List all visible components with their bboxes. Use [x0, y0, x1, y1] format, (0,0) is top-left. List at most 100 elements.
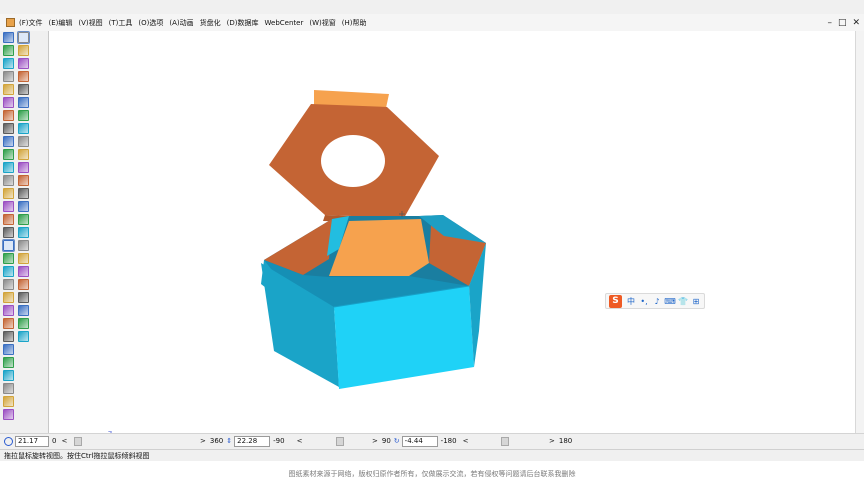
menu-database[interactable]: (D)数据库	[227, 18, 259, 28]
toolbar-tool-button[interactable]	[3, 266, 14, 277]
minimize-button[interactable]: –	[827, 18, 832, 28]
slider-left-arrow[interactable]: <	[61, 437, 67, 445]
toolbar-tool-button[interactable]	[3, 331, 14, 342]
view-angle-group: 21.17 0 <	[4, 435, 67, 447]
toolbar-tool-button[interactable]	[18, 305, 29, 316]
toolbar-tool-button[interactable]	[18, 188, 29, 199]
ime-skin-icon[interactable]: 👕	[678, 296, 688, 306]
slider-2[interactable]	[336, 435, 344, 447]
toolbar-tool-button[interactable]	[18, 45, 29, 56]
menu-palletize[interactable]: 货盘化	[200, 18, 221, 28]
angle-max-360: 360	[209, 437, 224, 445]
slider-2-right-arrow[interactable]: >	[372, 437, 378, 445]
menu-options[interactable]: (O)选项	[138, 18, 163, 28]
menu-view[interactable]: (V)视图	[78, 18, 102, 28]
sogou-logo-icon[interactable]: S	[609, 294, 622, 308]
toolbar-tool-button[interactable]	[3, 84, 14, 95]
menu-help[interactable]: (H)帮助	[342, 18, 367, 28]
toolbar-tool-button[interactable]	[18, 214, 29, 225]
tilt-field[interactable]: -4.44	[401, 435, 438, 447]
toolbar-tool-button[interactable]	[18, 292, 29, 303]
3d-viewport[interactable]: Z X Y	[48, 31, 862, 448]
toolbar-tool-button[interactable]	[3, 292, 14, 303]
toolbar-tool-button[interactable]	[3, 136, 14, 147]
toolbar-tool-button[interactable]	[3, 318, 14, 329]
toolbar-tool-button[interactable]	[3, 32, 14, 43]
toolbar-tool-button[interactable]	[2, 239, 15, 252]
menu-webcenter[interactable]: WebCenter	[265, 19, 304, 27]
toolbar-tool-button[interactable]	[18, 279, 29, 290]
toolbar-tool-button[interactable]	[18, 136, 29, 147]
ime-toolbar[interactable]: S 中 •, ♪ ⌨ 👕 ⊞	[605, 293, 705, 309]
right-scroll-strip[interactable]	[855, 31, 864, 433]
status-bar: 拖拉鼠标旋转视图。按住Ctrl拖拉鼠标倾斜视图	[0, 449, 864, 461]
slider-2-thumb[interactable]	[336, 436, 344, 446]
menu-file[interactable]: (F)文件	[19, 18, 43, 28]
slider-1-right-arrow[interactable]: >	[200, 437, 206, 445]
slider-1[interactable]	[74, 435, 82, 447]
toolbar-tool-button[interactable]	[18, 71, 29, 82]
toolbar-tool-button[interactable]	[3, 383, 14, 394]
elevation-field[interactable]: 22.28	[234, 435, 271, 447]
toolbar-tool-button[interactable]	[18, 123, 29, 134]
toolbar-tool-button[interactable]	[3, 149, 14, 160]
ime-voice-icon[interactable]: ♪	[653, 296, 661, 306]
toolbar-tool-button[interactable]	[17, 31, 30, 44]
toolbar-tool-button[interactable]	[18, 318, 29, 329]
toolbar-tool-button[interactable]	[3, 45, 14, 56]
toolbar-tool-button[interactable]	[18, 149, 29, 160]
toolbar-tool-button[interactable]	[3, 162, 14, 173]
toolbar-tool-button[interactable]	[3, 175, 14, 186]
toolbar-tool-button[interactable]	[18, 253, 29, 264]
slider-1-end: > 360 ⇕ 22.28 -90 <	[200, 435, 302, 447]
slider-3-left-arrow[interactable]: <	[463, 437, 469, 445]
toolbar-tool-button[interactable]	[18, 201, 29, 212]
menu-window[interactable]: (W)视窗	[309, 18, 335, 28]
toolbar-tool-button[interactable]	[18, 175, 29, 186]
maximize-button[interactable]: □	[838, 18, 847, 28]
toolbar-tool-button[interactable]	[3, 214, 14, 225]
toolbar-tool-button[interactable]	[3, 97, 14, 108]
toolbar-tool-button[interactable]	[18, 58, 29, 69]
toolbar-tool-button[interactable]	[3, 344, 14, 355]
menu-edit[interactable]: (E)编辑	[49, 18, 73, 28]
toolbar-tool-button[interactable]	[3, 409, 14, 420]
ime-toolbox-icon[interactable]: ⊞	[692, 296, 700, 306]
toolbar-tool-button[interactable]	[3, 253, 14, 264]
slider-1-thumb[interactable]	[74, 436, 82, 446]
menu-bar: (F)文件 (E)编辑 (V)视图 (T)工具 (O)选项 (A)动画 货盘化 …	[0, 14, 864, 31]
toolbar-tool-button[interactable]	[18, 266, 29, 277]
close-button[interactable]: ✕	[852, 18, 860, 28]
box-3d-model	[261, 90, 486, 389]
toolbar-tool-button[interactable]	[3, 357, 14, 368]
toolbar-tool-button[interactable]	[18, 331, 29, 342]
slider-2-left-arrow[interactable]: <	[297, 437, 303, 445]
slider-3-right-arrow[interactable]: >	[549, 437, 555, 445]
toolbar-tool-button[interactable]	[3, 58, 14, 69]
toolbar-tool-button[interactable]	[18, 110, 29, 121]
ime-punctuation-icon[interactable]: •,	[640, 296, 648, 306]
toolbar-tool-button[interactable]	[3, 110, 14, 121]
toolbar-tool-button[interactable]	[3, 370, 14, 381]
ime-keyboard-icon[interactable]: ⌨	[664, 296, 676, 306]
toolbar-tool-button[interactable]	[18, 240, 29, 251]
toolbar-tool-button[interactable]	[18, 84, 29, 95]
toolbar-tool-button[interactable]	[18, 162, 29, 173]
toolbar-tool-button[interactable]	[3, 123, 14, 134]
slider-3-thumb[interactable]	[501, 436, 509, 446]
hexagon-lid	[269, 104, 439, 218]
toolbar-tool-button[interactable]	[3, 201, 14, 212]
view-angle-field[interactable]: 21.17	[15, 435, 49, 447]
toolbar-tool-button[interactable]	[3, 188, 14, 199]
toolbar-tool-button[interactable]	[3, 279, 14, 290]
toolbar-tool-button[interactable]	[3, 305, 14, 316]
slider-3[interactable]	[501, 435, 509, 447]
ime-chinese-mode[interactable]: 中	[627, 296, 635, 306]
toolbar-tool-button[interactable]	[3, 71, 14, 82]
menu-animation[interactable]: (A)动画	[169, 18, 193, 28]
toolbar-tool-button[interactable]	[3, 227, 14, 238]
toolbar-tool-button[interactable]	[18, 227, 29, 238]
toolbar-tool-button[interactable]	[3, 396, 14, 407]
toolbar-tool-button[interactable]	[18, 97, 29, 108]
menu-tools[interactable]: (T)工具	[109, 18, 133, 28]
